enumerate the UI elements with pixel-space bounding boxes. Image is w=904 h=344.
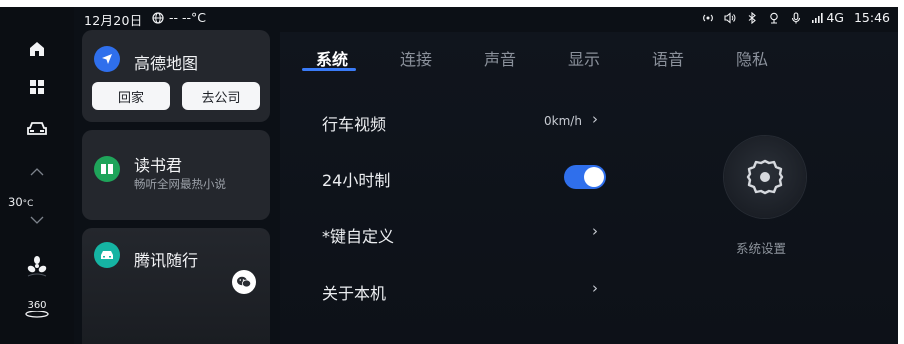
- map-card-title: 高德地图: [134, 54, 199, 73]
- system-settings-graphic: [724, 136, 806, 218]
- chevron-right-icon[interactable]: ›: [592, 110, 598, 128]
- tab-sound[interactable]: 声音: [484, 46, 516, 70]
- reader-app-icon: [94, 156, 120, 182]
- settings-panel: 系统 连接 声音 显示 语音 隐私 行车视频 0km/h › 24小时制 *键自…: [280, 32, 898, 344]
- home-button[interactable]: [0, 37, 74, 61]
- fan-icon: [27, 256, 47, 277]
- star-key-custom-label[interactable]: *键自定义: [322, 223, 394, 247]
- tab-system[interactable]: 系统: [316, 46, 348, 70]
- driving-video-value: 0km/h: [544, 114, 582, 128]
- weather-text: -- --°C: [169, 10, 206, 25]
- status-icons: 4G 15:46: [702, 10, 890, 25]
- driving-video-label[interactable]: 行车视频: [322, 111, 386, 135]
- tab-display[interactable]: 显示: [568, 46, 600, 70]
- reader-card-subtitle: 畅听全网最热小说: [134, 177, 226, 191]
- temp-down-button[interactable]: [0, 213, 74, 227]
- map-card[interactable]: 高德地图 回家 去公司: [82, 30, 270, 122]
- network-label: 4G: [826, 10, 844, 25]
- volume-icon: [724, 11, 736, 24]
- home-icon: [30, 42, 44, 56]
- 24-hour-format-label: 24小时制: [322, 171, 391, 190]
- tencent-card[interactable]: 腾讯随行: [82, 228, 270, 344]
- toggle-knob: [584, 167, 604, 187]
- go-home-button[interactable]: 回家: [92, 82, 170, 110]
- network-status: 4G: [812, 10, 844, 25]
- system-settings-label: 系统设置: [736, 241, 787, 256]
- active-tab-indicator: [302, 68, 356, 71]
- chevron-down-icon: [30, 216, 44, 224]
- gear-icon: [746, 159, 784, 195]
- 360-ring-icon: [25, 311, 49, 318]
- wechat-icon: [237, 276, 252, 288]
- right-border: [898, 0, 904, 344]
- 360-view-button[interactable]: 360: [0, 295, 74, 325]
- temperature-readout: 30°C: [8, 195, 33, 209]
- chevron-right-icon[interactable]: ›: [592, 279, 598, 297]
- left-rail: 30°C 360: [0, 7, 74, 344]
- car-front-icon: [101, 251, 113, 259]
- location-icon: [770, 12, 779, 24]
- car-icon: [27, 122, 47, 135]
- tencent-card-title: 腾讯随行: [134, 251, 199, 270]
- microphone-icon: [792, 11, 801, 23]
- tab-privacy[interactable]: 隐私: [736, 46, 768, 70]
- book-icon: [101, 164, 113, 174]
- signal-icon: [812, 12, 823, 23]
- bluetooth-icon: [748, 11, 757, 24]
- tab-voice[interactable]: 语音: [652, 46, 684, 70]
- navigation-arrow-icon: [102, 54, 112, 64]
- apps-button[interactable]: [0, 75, 74, 99]
- reader-card-title: 读书君: [134, 156, 183, 175]
- 24-hour-toggle[interactable]: [564, 165, 606, 189]
- tab-connection[interactable]: 连接: [400, 46, 432, 70]
- chevron-right-icon[interactable]: ›: [592, 222, 598, 240]
- top-border: [0, 0, 904, 7]
- view-360-label: 360: [27, 300, 47, 311]
- chevron-up-icon: [30, 168, 44, 176]
- grid-icon: [30, 80, 44, 94]
- temp-up-button[interactable]: [0, 165, 74, 179]
- about-device-label[interactable]: 关于本机: [322, 280, 386, 304]
- tencent-app-icon: [94, 242, 120, 268]
- temperature-value: 30: [8, 195, 23, 209]
- wechat-button[interactable]: [232, 270, 256, 294]
- weather-status: -- --°C: [152, 10, 206, 25]
- temperature-unit: °C: [22, 199, 34, 209]
- hotspot-icon: [703, 14, 714, 21]
- vehicle-button[interactable]: [0, 117, 74, 141]
- go-to-work-button[interactable]: 去公司: [182, 82, 260, 110]
- map-app-icon: [94, 46, 120, 72]
- fan-button[interactable]: [0, 251, 74, 281]
- globe-icon: [152, 11, 164, 24]
- status-date: 12月20日: [84, 13, 143, 28]
- reader-card[interactable]: 读书君 畅听全网最热小说: [82, 130, 270, 220]
- clock: 15:46: [853, 10, 890, 25]
- car-screen: 12月20日 -- --°C 4G 15:46 30°C 360 高德地图 回家…: [0, 0, 904, 344]
